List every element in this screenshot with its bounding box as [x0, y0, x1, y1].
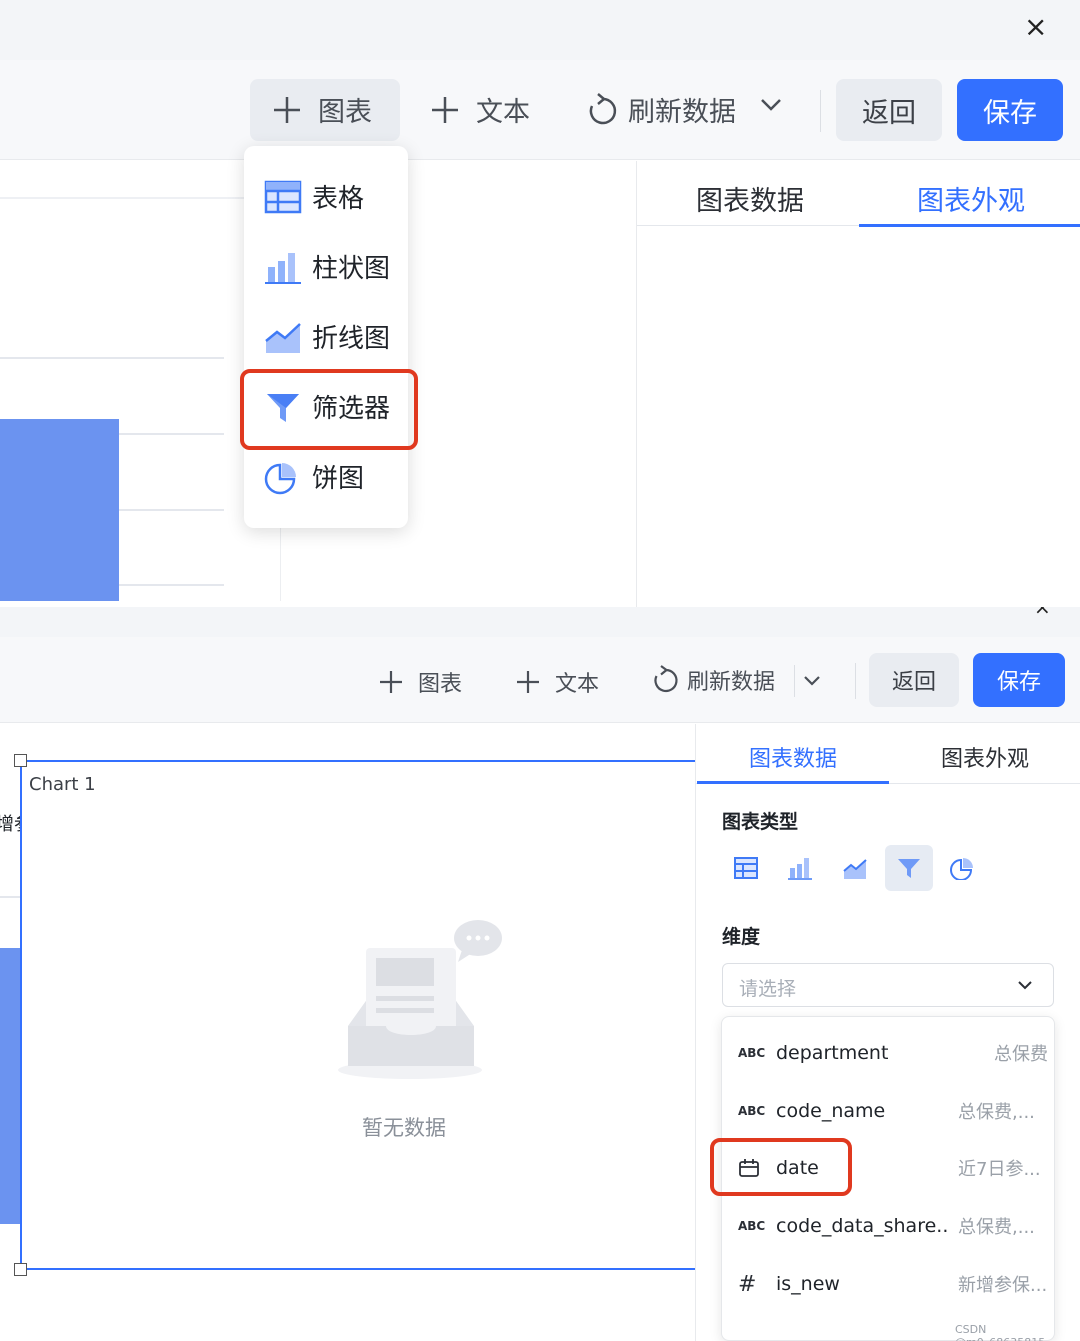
add-chart-label: 图表: [418, 672, 463, 697]
chevron-down-icon[interactable]: [760, 98, 782, 112]
plus-icon: [430, 95, 460, 125]
close-icon[interactable]: ×: [1024, 10, 1047, 43]
chart-title: Chart 1: [29, 774, 96, 795]
gridline: [0, 357, 224, 359]
refresh-icon: [586, 92, 620, 128]
refresh-data-button[interactable]: 刷新数据: [651, 664, 775, 696]
menu-item-table[interactable]: 表格: [264, 178, 364, 215]
option-code-name[interactable]: ABC code_name 总保费,...: [738, 1091, 1054, 1131]
menu-item-label: 柱状图: [312, 254, 391, 284]
toolbar: 图表 文本 刷新数据 返回 保存: [0, 60, 1080, 160]
toolbar: 图表 文本 刷新数据 返回 保存: [0, 637, 1080, 723]
option-sample: 近7日参...: [958, 1159, 1041, 1180]
option-sample: 总保费,...: [958, 1217, 1035, 1238]
option-name: code_name: [776, 1100, 886, 1122]
divider: [820, 90, 821, 132]
add-chart-menu: 表格 柱状图 折线图 筛选器 饼图: [244, 146, 408, 528]
add-chart-label: 图表: [318, 97, 372, 128]
empty-state-text: 暂无数据: [362, 1116, 446, 1140]
tab-chart-data[interactable]: 图表数据: [698, 741, 888, 773]
chevron-down-icon: [1017, 980, 1033, 990]
menu-item-bar-chart[interactable]: 柱状图: [264, 248, 390, 285]
chart-type-filter-icon[interactable]: [885, 845, 933, 891]
option-sample: 新增参保...: [958, 1275, 1048, 1296]
title-bar: [0, 607, 1080, 637]
menu-item-label: 折线图: [312, 324, 391, 354]
save-button[interactable]: 保存: [973, 653, 1065, 707]
highlight-box: [710, 1138, 852, 1196]
tab-chart-appearance[interactable]: 图表外观: [878, 179, 1064, 218]
tab-chart-appearance[interactable]: 图表外观: [890, 741, 1080, 773]
back-button[interactable]: 返回: [869, 653, 959, 707]
chart-card[interactable]: Chart 1 暂无数据: [20, 760, 700, 1270]
dimension-placeholder: 请选择: [739, 978, 797, 1000]
highlight-box: [240, 369, 418, 450]
menu-item-line-chart[interactable]: 折线图: [264, 318, 390, 355]
chart-type-pie-chart-icon[interactable]: [939, 845, 987, 891]
tab-chart-data[interactable]: 图表数据: [657, 179, 843, 218]
table-icon: [264, 179, 302, 215]
menu-item-label: 饼图: [312, 464, 365, 494]
add-chart-button[interactable]: 图表: [378, 666, 462, 698]
option-is-new[interactable]: # is_new 新增参保...: [738, 1264, 1054, 1304]
gridline: [0, 197, 244, 199]
plus-icon: [515, 669, 541, 695]
add-text-label: 文本: [555, 672, 600, 697]
number-type-icon: #: [738, 1271, 757, 1297]
text-type-icon: ABC: [738, 1219, 766, 1233]
bottom-screenshot: × 图表 文本 刷新数据 返回 保存 增参: [0, 607, 1080, 1341]
option-sample: 总保费,...: [958, 1102, 1035, 1123]
refresh-data-button[interactable]: 刷新数据: [586, 90, 736, 129]
canvas-area: 增参 Chart 1: [0, 724, 700, 1341]
option-name: code_data_share...: [776, 1215, 948, 1237]
option-code-data-share[interactable]: ABC code_data_share... 总保费,...: [738, 1206, 1054, 1246]
menu-item-label: 表格: [312, 184, 365, 214]
config-panel: 图表数据 图表外观: [636, 161, 1080, 607]
refresh-label: 刷新数据: [628, 97, 736, 128]
dimension-label: 维度: [722, 926, 761, 948]
add-chart-button[interactable]: 图表: [272, 90, 372, 129]
option-name: department: [776, 1042, 889, 1064]
title-bar: [0, 0, 1080, 60]
chart-bar: [0, 948, 20, 1224]
pie-chart-icon: [264, 459, 302, 495]
text-type-icon: ABC: [738, 1046, 766, 1060]
active-tab-underline: [859, 224, 1080, 227]
resize-handle[interactable]: [14, 754, 27, 767]
add-text-button[interactable]: 文本: [515, 666, 599, 698]
add-text-label: 文本: [476, 97, 530, 128]
dimension-select[interactable]: 请选择: [722, 963, 1054, 1007]
gridline: [0, 896, 20, 898]
refresh-icon: [651, 664, 681, 696]
chart-type-line-chart-icon[interactable]: [831, 845, 879, 891]
plus-icon: [378, 669, 404, 695]
empty-inbox-icon: [332, 920, 508, 1088]
chart-bar: [0, 419, 119, 601]
back-button[interactable]: 返回: [836, 79, 942, 141]
save-button[interactable]: 保存: [957, 79, 1063, 141]
watermark: CSDN @m0_68635815: [955, 1323, 1045, 1341]
text-type-icon: ABC: [738, 1104, 766, 1118]
bar-chart-icon: [264, 249, 302, 285]
resize-handle[interactable]: [14, 1263, 27, 1276]
menu-item-pie-chart[interactable]: 饼图: [264, 458, 364, 495]
option-department[interactable]: ABC department 总保费: [738, 1033, 1054, 1073]
divider: [794, 665, 795, 697]
line-chart-icon: [264, 319, 302, 355]
plus-icon: [272, 95, 302, 125]
refresh-label: 刷新数据: [687, 670, 776, 695]
add-text-button[interactable]: 文本: [430, 90, 530, 129]
chart-type-label: 图表类型: [722, 811, 799, 833]
chart-type-table-icon[interactable]: [722, 845, 770, 891]
divider: [855, 663, 856, 699]
chevron-down-icon[interactable]: [803, 675, 821, 687]
active-tab-underline: [697, 781, 889, 784]
option-sample: 总保费: [994, 1044, 1048, 1065]
top-screenshot: × 图表 文本 刷新数据 返回 保存 图表数据 图表外观 表格 柱状图 折线图 …: [0, 0, 1080, 607]
chart-type-bar-chart-icon[interactable]: [776, 845, 824, 891]
option-name: is_new: [776, 1273, 840, 1295]
close-icon[interactable]: ×: [1034, 607, 1051, 619]
